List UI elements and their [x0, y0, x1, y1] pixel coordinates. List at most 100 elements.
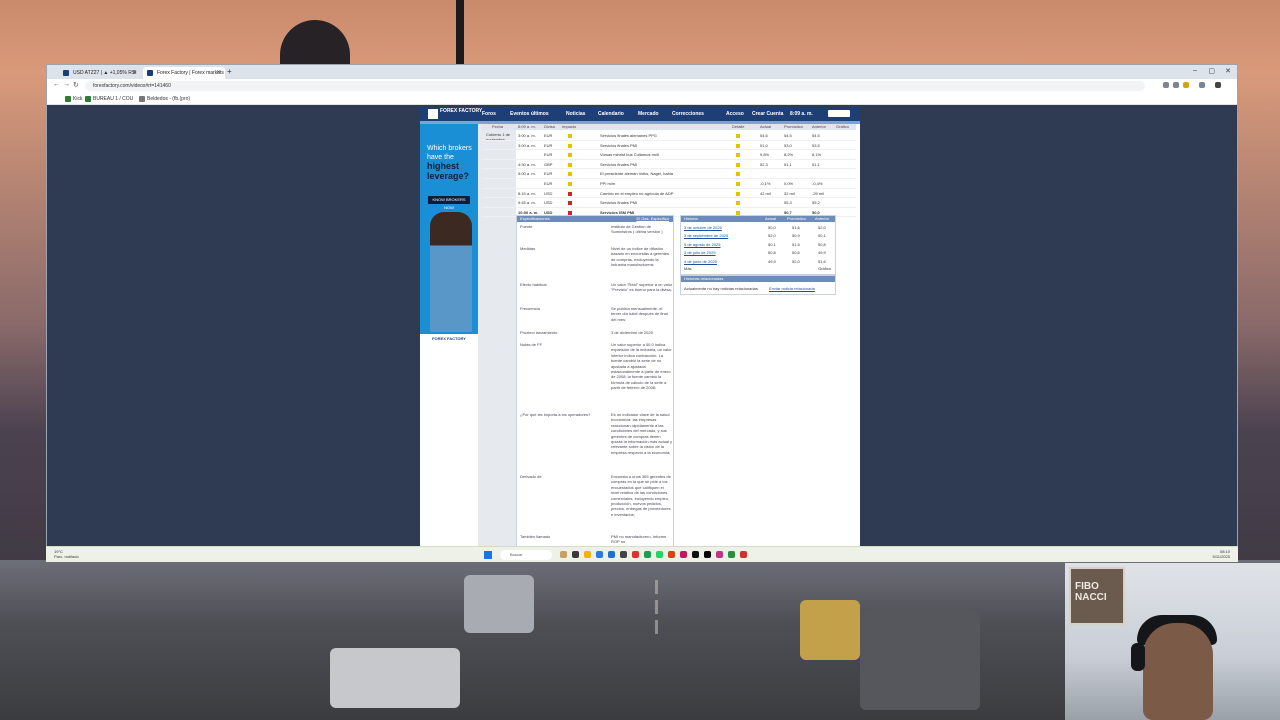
- nav-crear-cuenta[interactable]: Crear Cuenta: [752, 111, 783, 117]
- spec-key: Frecuencia: [520, 306, 540, 311]
- tiktok-icon[interactable]: [692, 551, 699, 558]
- windows-start-icon[interactable]: [484, 551, 492, 559]
- calendar-cell-previous: 51,1: [812, 161, 820, 167]
- taskbar-search[interactable]: Buscar: [500, 550, 552, 560]
- close-tab-icon[interactable]: ✕: [132, 67, 137, 79]
- app-icon[interactable]: [572, 551, 579, 558]
- related-stories-panel: Historias relacionadas Actualmente no ha…: [680, 275, 836, 295]
- close-tab-icon[interactable]: ✕: [216, 67, 221, 79]
- nav-mercado[interactable]: Mercado: [638, 111, 659, 117]
- spec-key: ¿Por qué les importa a los operadores?: [520, 412, 591, 417]
- forward-icon[interactable]: →: [63, 81, 70, 88]
- star-icon[interactable]: [1183, 82, 1189, 88]
- related-submit-link[interactable]: Enviar noticia relacionada: [769, 286, 815, 291]
- app-icon[interactable]: [740, 551, 747, 558]
- system-clock[interactable]: 08:10 5/11/2025: [1213, 549, 1231, 559]
- forexfactory-logo[interactable]: FOREX FACTORY: [428, 109, 482, 119]
- specs-link[interactable]: El Gas. Especifico: [637, 216, 673, 222]
- impact-icon: [568, 134, 572, 138]
- taskview-icon[interactable]: [560, 551, 567, 558]
- chrome-icon[interactable]: [644, 551, 651, 558]
- calendar-row[interactable]: 8:15 a. m. USD Cambio en el empleo no agrí…: [482, 189, 856, 199]
- history-more-link[interactable]: Más: [684, 266, 692, 271]
- app-icon[interactable]: [728, 551, 735, 558]
- detail-folder-icon[interactable]: [736, 143, 740, 148]
- calendar-row[interactable]: 9:45 a. m. USD Servicios finales PMI 55,3 55…: [482, 198, 856, 208]
- app-icon[interactable]: [668, 551, 675, 558]
- ad-banner[interactable]: Which brokers have the highest leverage?…: [420, 124, 478, 344]
- bookmark-label: Kick: [73, 96, 83, 102]
- whatsapp-icon[interactable]: [656, 551, 663, 558]
- extension-icon[interactable]: [1163, 82, 1169, 88]
- spec-value: Un valor superior a 50,0 indica expansió…: [611, 342, 672, 391]
- detail-folder-icon[interactable]: [736, 182, 740, 186]
- new-tab-button[interactable]: +: [227, 67, 232, 77]
- weather-widget[interactable]: 19°C Parc. nublado: [54, 549, 79, 559]
- app-icon[interactable]: [632, 551, 639, 558]
- calendar-row[interactable]: 3:00 a. m. EUR Servicios finales PMI 51,0 53…: [482, 141, 856, 151]
- history-cell-previous: 50,1: [818, 233, 826, 239]
- detail-folder-icon[interactable]: [736, 172, 740, 177]
- history-row[interactable]: 3 de octubre de 2025 50,0 51,6 52,0: [684, 224, 834, 232]
- calendar-cell-time: 5:00 a. m.: [518, 171, 536, 177]
- calendar-cell-cur: EUR: [544, 133, 553, 138]
- history-row[interactable]: 4 de junio de 2025 49,9 52,0 51,6: [684, 258, 834, 266]
- profile-icon[interactable]: [1199, 82, 1205, 88]
- bookmark-bureau[interactable]: BUREAU 1 / COU: [85, 94, 133, 104]
- calendar-cell-cur: EUR: [544, 152, 553, 158]
- back-icon[interactable]: ←: [53, 81, 60, 88]
- close-window-icon[interactable]: ✕: [1225, 67, 1231, 75]
- calendar-row[interactable]: 4:30 a. m. GBP Servicios finales PMI 52,3 51…: [482, 160, 856, 170]
- forexfactory-header: FOREX FACTORY Foros Eventos últimos Noti…: [420, 107, 860, 121]
- tab-forexfactory[interactable]: Forex Factory | Forex markets f ✕: [143, 67, 225, 88]
- col-time: 8:09 a. m.: [518, 124, 536, 129]
- history-row[interactable]: 3 de septiembre de 2025 52,0 50,9 50,1: [684, 232, 834, 240]
- detail-folder-icon[interactable]: [736, 134, 740, 138]
- detail-folder-icon[interactable]: [736, 162, 740, 167]
- forexfactory-page: FOREX FACTORY Foros Eventos últimos Noti…: [420, 107, 860, 547]
- history-col-anterior: Anterior: [815, 216, 830, 221]
- reload-icon[interactable]: ↻: [73, 81, 79, 89]
- history-graph-link[interactable]: Gráfico: [818, 266, 831, 271]
- file-explorer-icon[interactable]: [584, 551, 591, 558]
- nav-noticias[interactable]: Noticias: [566, 111, 585, 117]
- store-icon[interactable]: [608, 551, 615, 558]
- bookmark-kick[interactable]: Kick: [65, 94, 82, 104]
- history-row[interactable]: 5 de agosto de 2025 50,1 51,5 50,8: [684, 241, 834, 249]
- history-row[interactable]: 3 de julio de 2025 50,8 50,6 49,9: [684, 249, 834, 257]
- tab-tradingview[interactable]: USD ATZ27 | ▲ +1,05% RSI ✕: [59, 67, 141, 79]
- nav-calendario[interactable]: Calendario: [598, 111, 624, 117]
- calendar-row[interactable]: 5:00 a. m. EUR El presidente alemán Volks,…: [482, 169, 856, 179]
- calendar-row[interactable]: EUR PPI m/m -0,1% 0,0% -0,4%: [482, 179, 856, 189]
- spec-value: Se publica mensualmente, el tercer día h…: [611, 306, 668, 322]
- edge-icon[interactable]: [596, 551, 603, 558]
- ff-search-input[interactable]: [828, 110, 850, 117]
- app-icon[interactable]: [620, 551, 627, 558]
- history-title: Historia: [684, 216, 698, 221]
- spec-key: Medidas: [520, 246, 536, 251]
- url-input[interactable]: forexfactory.com/videos#rt=141460: [85, 81, 1145, 91]
- detail-folder-icon[interactable]: [736, 201, 740, 206]
- calendar-cell-cur: EUR: [544, 142, 553, 148]
- detail-folder-icon[interactable]: [736, 191, 740, 196]
- ad-cta-button[interactable]: KNOW BROKERS NOW: [428, 196, 470, 210]
- wall-sign: FIBO NACCI: [1069, 567, 1125, 625]
- app-icon[interactable]: [704, 551, 711, 558]
- nav-correcciones[interactable]: Correcciones: [672, 111, 704, 117]
- maximize-icon[interactable]: ▢: [1208, 67, 1215, 75]
- minimize-icon[interactable]: –: [1193, 67, 1197, 74]
- extension-icon[interactable]: [1173, 82, 1179, 88]
- app-icon[interactable]: [680, 551, 687, 558]
- calendar-row[interactable]: 3:00 a. m. EUR Servicios finales alemanes …: [482, 131, 856, 141]
- bookmark-beldedos[interactable]: Beldedos - (fb.(pro): [139, 94, 190, 104]
- instagram-icon[interactable]: [716, 551, 723, 558]
- nav-acceso[interactable]: Acceso: [726, 111, 744, 117]
- history-cell-actual: 49,9: [768, 258, 776, 264]
- calendar-row[interactable]: EUR Vorsas minrist bus Cullamos nn/ti 9,8%…: [482, 150, 856, 160]
- detail-folder-icon[interactable]: [736, 153, 740, 158]
- nav-eventos[interactable]: Eventos últimos: [510, 111, 549, 117]
- spec-value: PMI no manufacturero, Informe ROP no: [611, 534, 667, 545]
- menu-icon[interactable]: [1215, 82, 1221, 88]
- nav-foros[interactable]: Foros: [482, 111, 496, 117]
- calendar-cell-cur: USD: [544, 190, 553, 196]
